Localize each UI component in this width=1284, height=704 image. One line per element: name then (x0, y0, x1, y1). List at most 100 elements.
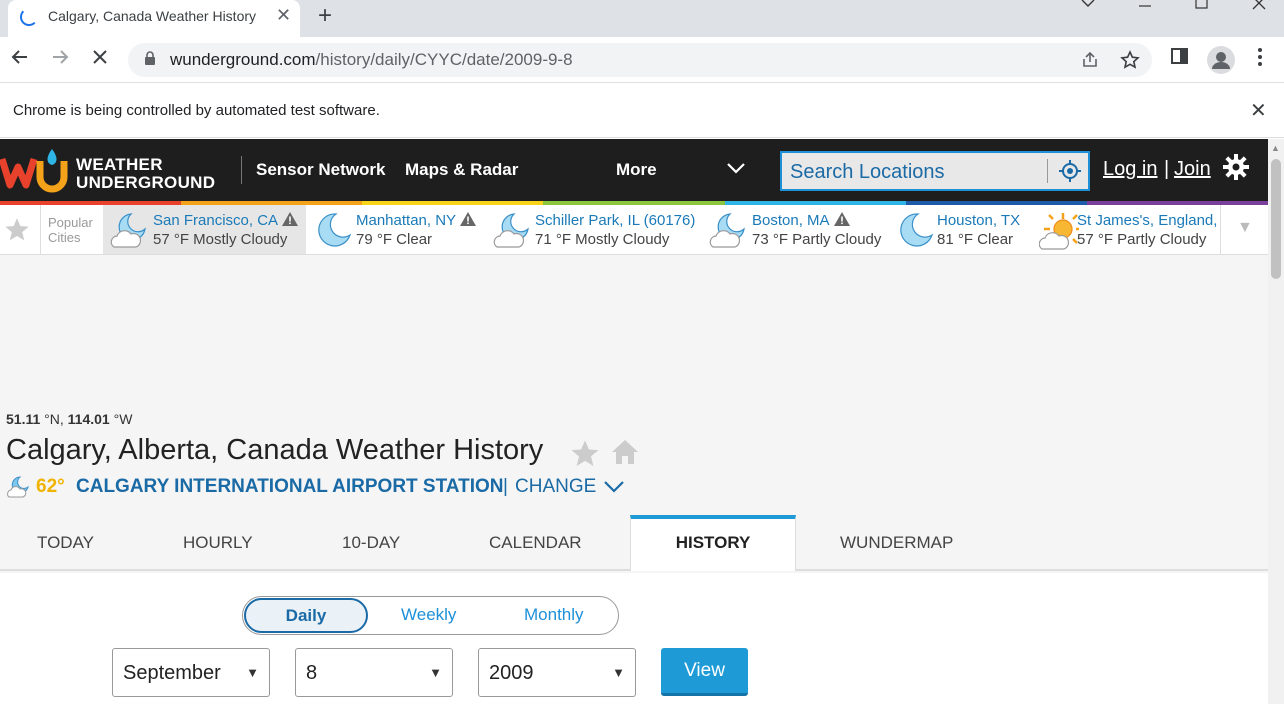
weather-alert-icon[interactable] (460, 212, 477, 230)
login-link[interactable]: Log in (1103, 158, 1158, 181)
change-station-link[interactable]: CHANGE (515, 476, 596, 498)
new-tab-button[interactable]: + (318, 2, 332, 30)
city-conditions: 81 °F Clear (937, 231, 1014, 248)
stop-loading-icon[interactable] (90, 47, 110, 73)
city-name[interactable]: Schiller Park, IL (60176) (535, 212, 695, 229)
popular-city-item[interactable]: Schiller Park, IL (60176) 71 °F Mostly Cl… (486, 205, 702, 254)
share-icon[interactable] (1080, 50, 1100, 75)
browser-toolbar: wunderground.com/history/daily/CYYC/date… (0, 37, 1284, 83)
nav-more[interactable]: More (616, 160, 657, 180)
set-home-icon[interactable] (610, 438, 640, 466)
infobar-close-icon[interactable]: ✕ (1250, 98, 1267, 123)
wu-logo-icon[interactable] (0, 149, 72, 198)
scroll-thumb[interactable] (1271, 159, 1281, 279)
current-temperature: 62° (36, 476, 65, 497)
lock-icon[interactable] (144, 51, 156, 65)
city-name[interactable]: Boston, MA (752, 212, 850, 230)
popular-city-item[interactable]: San Francisco, CA 57 °F Mostly Cloudy (103, 205, 306, 254)
forecast-tabs: TODAY HOURLY 10-DAY CALENDAR HISTORY WUN… (0, 515, 1268, 571)
favorite-star-icon[interactable] (4, 217, 30, 243)
longitude-unit: °W (109, 411, 133, 427)
tab-today[interactable]: TODAY (37, 533, 94, 553)
change-chevron-down-icon[interactable] (603, 477, 625, 497)
sun-cloud-icon (1038, 211, 1082, 256)
monthly-toggle[interactable]: Monthly (524, 605, 584, 625)
month-select[interactable]: September ▼ (112, 648, 270, 697)
day-select[interactable]: 8 ▼ (295, 648, 453, 697)
login-separator: | (1164, 158, 1170, 180)
page-title: Calgary, Alberta, Canada Weather History (6, 434, 544, 466)
tab-calendar[interactable]: CALENDAR (489, 533, 582, 553)
profile-avatar-icon[interactable] (1207, 46, 1235, 74)
nav-maps-radar[interactable]: Maps & Radar (405, 160, 518, 180)
site-header: WEATHER UNDERGROUND Sensor Network Maps … (0, 139, 1268, 201)
window-close-icon[interactable] (1252, 0, 1266, 15)
caret-down-icon: ▼ (246, 665, 259, 680)
city-name[interactable]: St James's, England, (1077, 212, 1217, 229)
coordinates: 51.11 °N, 114.01 °W (6, 411, 132, 427)
weekly-toggle[interactable]: Weekly (401, 605, 456, 625)
nav-sensor-network[interactable]: Sensor Network (256, 160, 385, 180)
view-button[interactable]: View (661, 648, 748, 696)
tab-title: Calgary, Canada Weather History (48, 8, 257, 24)
page-scrollbar[interactable]: ▲ (1268, 139, 1284, 704)
minimize-icon[interactable] (1138, 0, 1152, 16)
chrome-menu-icon[interactable] (1257, 47, 1263, 72)
tab-close-icon[interactable]: ✕ (276, 5, 291, 26)
tab-strip: Calgary, Canada Weather History ✕ + (0, 0, 1284, 37)
cities-more-button[interactable]: ▼ (1220, 205, 1268, 254)
popular-city-item[interactable]: Boston, MA 73 °F Partly Cloudy (702, 205, 888, 254)
automation-infobar: Chrome is being controlled by automated … (0, 84, 1284, 138)
join-link[interactable]: Join (1174, 158, 1211, 181)
weather-alert-icon[interactable] (282, 212, 299, 230)
more-chevron-down-icon[interactable] (726, 158, 746, 178)
daily-toggle[interactable]: Daily (244, 598, 368, 633)
locate-me-icon[interactable] (1059, 160, 1081, 182)
search-locations-input[interactable]: Search Locations (780, 151, 1090, 191)
period-toggle: Daily Weekly Monthly (242, 596, 619, 635)
moon-cloud-icon (708, 211, 748, 256)
loading-spinner-icon (20, 8, 38, 26)
bookmark-star-icon[interactable] (1120, 50, 1140, 75)
city-name[interactable]: Manhattan, NY (356, 212, 477, 230)
city-name[interactable]: San Francisco, CA (153, 212, 299, 230)
forward-icon[interactable] (50, 47, 70, 73)
side-panel-icon[interactable] (1171, 47, 1189, 70)
popular-cities-label: Popular Cities (48, 215, 93, 245)
search-placeholder: Search Locations (790, 161, 945, 183)
latitude: 51.11 (6, 411, 41, 427)
caret-down-icon: ▼ (429, 665, 442, 680)
caret-down-icon: ▼ (1237, 219, 1253, 236)
moon-icon (312, 211, 352, 256)
city-name[interactable]: Houston, TX (937, 212, 1020, 229)
moon-cloud-icon (492, 211, 532, 256)
tab-hourly[interactable]: HOURLY (183, 533, 253, 553)
browser-tab[interactable]: Calgary, Canada Weather History ✕ (8, 0, 300, 37)
cities-divider (40, 205, 41, 254)
tab-search-icon[interactable] (1080, 0, 1096, 17)
weather-alert-icon[interactable] (833, 212, 850, 230)
city-conditions: 71 °F Mostly Cloudy (535, 231, 670, 248)
popular-city-item[interactable]: Manhattan, NY 79 °F Clear (306, 205, 486, 254)
year-select[interactable]: 2009 ▼ (478, 648, 636, 697)
header-divider (241, 156, 242, 184)
latitude-unit: °N, (40, 411, 68, 427)
longitude: 114.01 (67, 411, 110, 427)
wu-logo-text[interactable]: WEATHER UNDERGROUND (76, 156, 215, 192)
station-name[interactable]: CALGARY INTERNATIONAL AIRPORT STATION (76, 476, 504, 498)
settings-gear-icon[interactable] (1222, 153, 1250, 181)
scroll-up-icon[interactable]: ▲ (1271, 143, 1280, 153)
popular-city-item[interactable]: Houston, TX 81 °F Clear (888, 205, 1033, 254)
moon-cloud-icon (109, 211, 149, 256)
tab-wundermap[interactable]: WUNDERMAP (840, 533, 953, 553)
back-icon[interactable] (10, 47, 30, 73)
address-bar[interactable]: wunderground.com/history/daily/CYYC/date… (128, 43, 1152, 77)
maximize-icon[interactable] (1195, 0, 1209, 15)
tab-history[interactable]: HISTORY (630, 515, 796, 571)
tab-10-day[interactable]: 10-DAY (342, 533, 400, 553)
favorite-location-star-icon[interactable] (570, 439, 600, 469)
popular-city-item[interactable]: St James's, England, 57 °F Partly Cloudy (1033, 205, 1220, 254)
url-text[interactable]: wunderground.com/history/daily/CYYC/date… (170, 50, 573, 70)
city-conditions: 79 °F Clear (356, 231, 433, 248)
page-viewport: WEATHER UNDERGROUND Sensor Network Maps … (0, 139, 1284, 704)
